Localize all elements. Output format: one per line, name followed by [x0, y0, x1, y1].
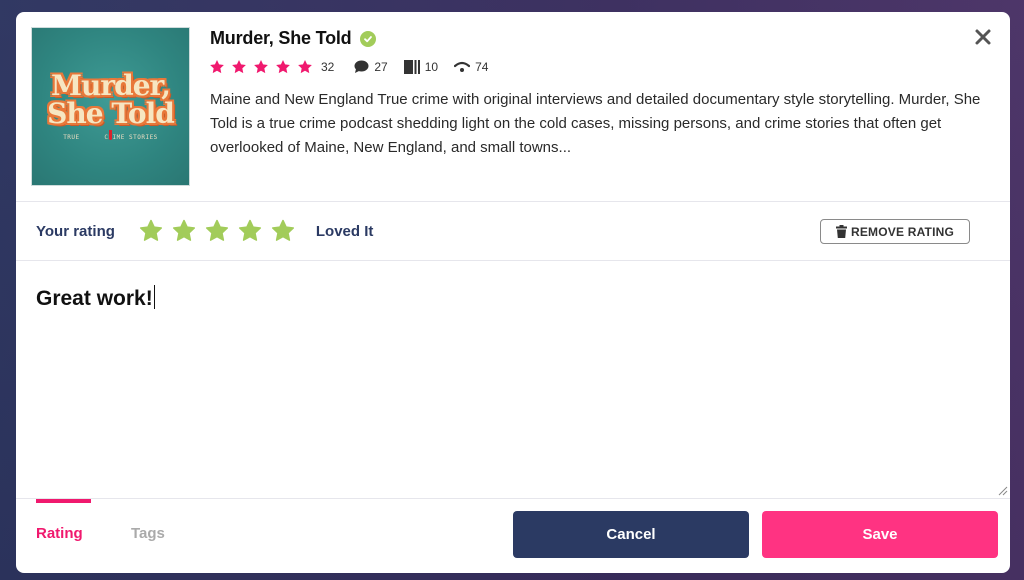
resize-handle-icon[interactable]	[998, 486, 1008, 496]
remove-rating-label: REMOVE RATING	[850, 224, 955, 239]
star-icon	[232, 60, 246, 74]
active-tab-indicator	[36, 499, 91, 503]
podcast-header: Murder, She Told TRUE CRIME STORIES Murd…	[16, 12, 1010, 202]
modal-footer: Rating Tags Cancel Save	[16, 499, 1010, 572]
lists-stat: 10	[403, 60, 439, 74]
check-circle-icon	[360, 30, 377, 47]
followers-count: 74	[475, 60, 489, 74]
lists-count: 10	[424, 60, 439, 74]
followers-stat: 74	[454, 60, 488, 74]
close-icon	[975, 29, 991, 45]
blood-drip-decoration	[109, 130, 113, 140]
title-row: Murder, She Told	[210, 28, 377, 49]
tab-tags[interactable]: Tags	[131, 525, 165, 542]
star-icon	[254, 60, 268, 74]
comments-count: 27	[374, 60, 388, 74]
text-caret	[153, 285, 155, 309]
rating-count: 32	[321, 60, 335, 74]
star-icon	[276, 60, 290, 74]
list-icon	[403, 60, 420, 74]
cover-subtitle: TRUE CRIME STORIES	[63, 130, 158, 141]
rate-podcast-modal: Murder, She Told TRUE CRIME STORIES Murd…	[16, 12, 1010, 573]
review-textarea[interactable]: Great work!	[16, 261, 1010, 499]
comment-icon	[354, 60, 369, 73]
star-icon[interactable]	[205, 219, 229, 243]
star-icon	[298, 60, 312, 74]
star-icon[interactable]	[271, 219, 295, 243]
cancel-button[interactable]: Cancel	[513, 511, 749, 558]
your-rating-label: Your rating	[36, 222, 115, 240]
cover-title-line-1: Murder,	[51, 69, 171, 102]
star-icon[interactable]	[139, 219, 163, 243]
cover-subtitle-left: TRUE	[63, 134, 80, 141]
save-button[interactable]: Save	[762, 511, 998, 558]
average-rating-stars	[209, 59, 319, 75]
cover-title-line-2: She Told	[47, 97, 175, 130]
review-text-value: Great work!	[36, 287, 153, 310]
star-icon[interactable]	[238, 219, 262, 243]
remove-rating-button[interactable]: REMOVE RATING	[820, 219, 970, 244]
podcast-title[interactable]: Murder, She Told	[210, 28, 352, 49]
wifi-icon	[454, 61, 471, 72]
close-button[interactable]	[974, 28, 992, 46]
rating-stars-input[interactable]	[139, 219, 304, 243]
star-icon	[210, 60, 224, 74]
podcast-stats: 32 27 10 74	[209, 59, 504, 75]
review-text[interactable]: Great work!	[36, 285, 155, 311]
your-rating-row: Your rating Loved It REMOVE RATING	[16, 202, 1010, 261]
podcast-cover-art: Murder, She Told TRUE CRIME STORIES	[31, 27, 190, 186]
comments-stat: 27	[354, 60, 388, 74]
trash-icon	[835, 225, 847, 238]
podcast-description: Maine and New England True crime with or…	[210, 91, 981, 156]
star-icon[interactable]	[172, 219, 196, 243]
tab-rating[interactable]: Rating	[36, 525, 83, 542]
rating-value-label: Loved It	[315, 222, 374, 240]
